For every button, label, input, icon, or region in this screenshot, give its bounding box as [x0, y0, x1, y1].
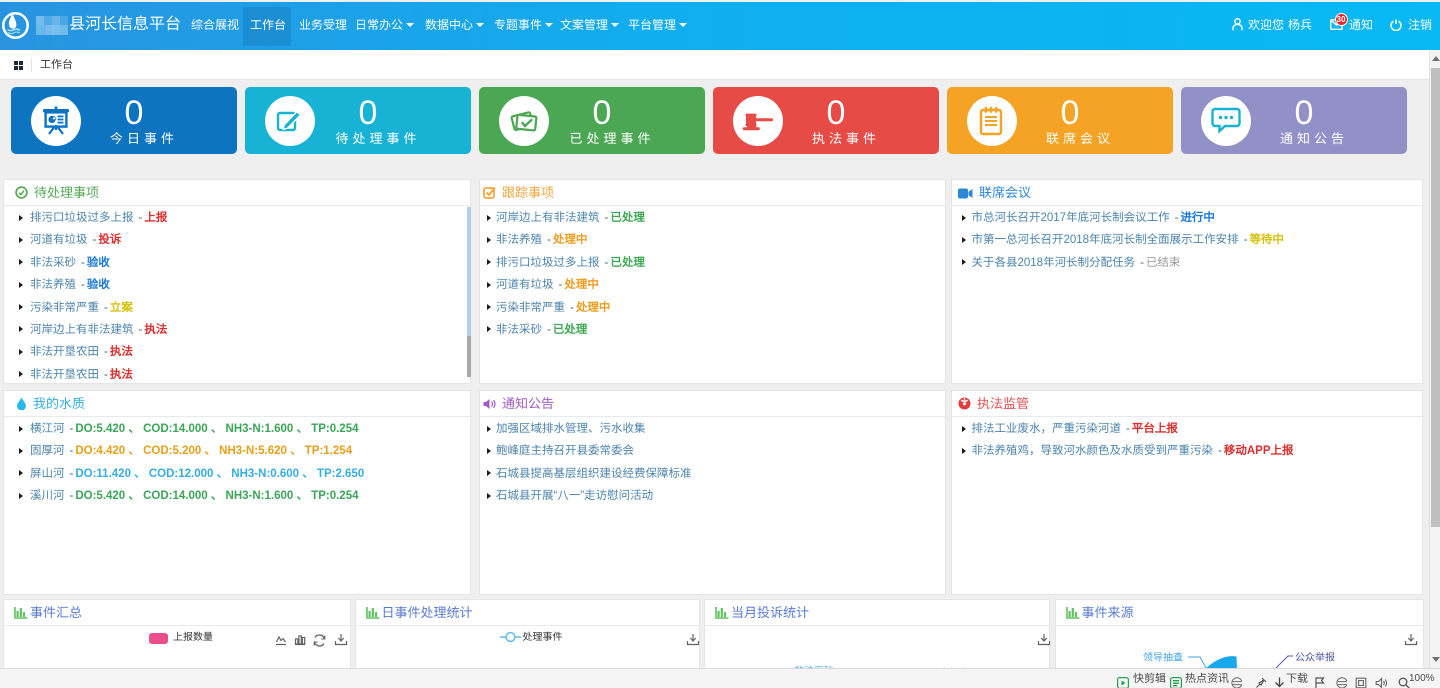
svg-text:领导抽查: 领导抽查	[1143, 652, 1183, 664]
svg-text:公众举报: 公众举报	[1295, 652, 1335, 664]
